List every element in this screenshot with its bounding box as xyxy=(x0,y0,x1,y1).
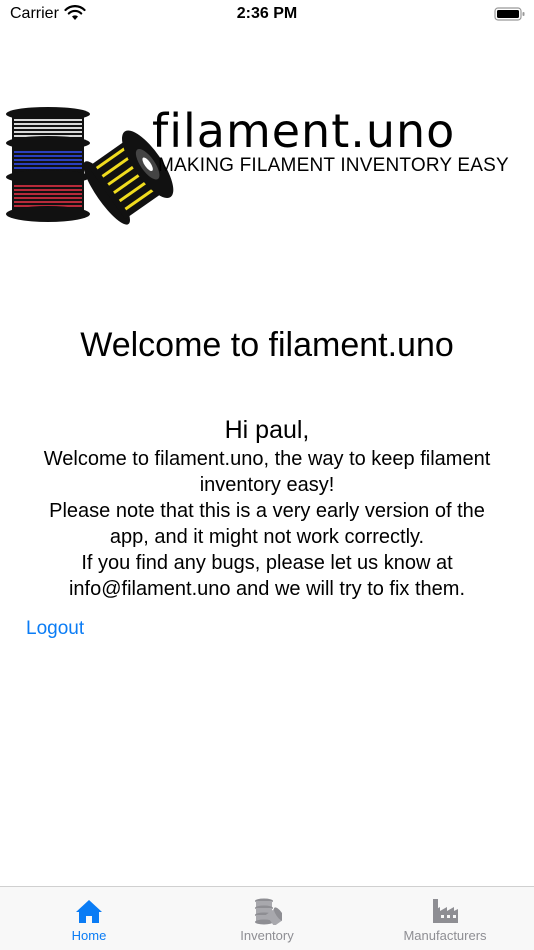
message-line: inventory easy! xyxy=(199,474,335,496)
battery-icon xyxy=(494,7,525,21)
spool-stack-icon xyxy=(255,898,282,925)
tab-bar: Home Inventory Manufacturers xyxy=(0,886,534,950)
message-line: Welcome to filament.uno, the way to keep… xyxy=(43,448,491,470)
message-line: info@filament.uno and we will try to fix… xyxy=(68,578,466,600)
logout-button[interactable]: Logout xyxy=(26,618,84,640)
spool-stack-graphic xyxy=(6,107,90,222)
logo-tagline: MAKING FILAMENT INVENTORY EASY xyxy=(158,155,509,176)
status-time: 2:36 PM xyxy=(236,5,298,22)
tab-label: Manufacturers xyxy=(403,928,487,943)
tab-inventory[interactable]: Inventory xyxy=(178,887,356,950)
message-line: If you find any bugs, please let us know… xyxy=(81,552,453,574)
status-bar: Carrier 2:36 PM xyxy=(0,0,534,30)
message-line: Please note that this is a very early ve… xyxy=(49,500,485,522)
house-icon xyxy=(76,900,102,923)
message-line: app, and it might not work correctly. xyxy=(109,526,425,548)
factory-icon xyxy=(433,899,458,923)
greeting-text: Hi paul, xyxy=(224,416,310,444)
welcome-message: Hi paul, Welcome to filament.uno, the wa… xyxy=(0,414,534,602)
tab-manufacturers[interactable]: Manufacturers xyxy=(356,887,534,950)
tab-label: Inventory xyxy=(240,928,294,943)
page-title: Welcome to filament.uno xyxy=(80,326,454,364)
logo-wordmark: filament.uno xyxy=(152,104,456,158)
tab-home[interactable]: Home xyxy=(0,887,178,950)
tab-label: Home xyxy=(71,928,107,943)
